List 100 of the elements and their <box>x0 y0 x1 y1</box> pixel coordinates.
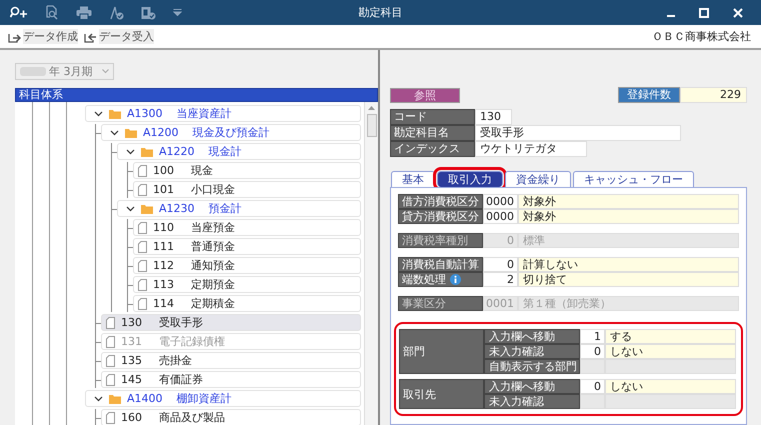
folder-icon <box>109 108 121 118</box>
code-field[interactable]: 1 <box>580 329 605 344</box>
setting-label: 事業区分 <box>398 296 483 311</box>
folder-icon <box>141 146 153 156</box>
value-field: する <box>605 329 736 344</box>
value-field: 計算しない <box>518 257 739 272</box>
sheet-check-icon[interactable] <box>141 6 156 20</box>
setting-label: 入力欄へ移動 <box>484 329 580 344</box>
tree-item[interactable]: 135 売掛金 <box>101 352 361 369</box>
scroll-up-icon[interactable] <box>368 106 375 110</box>
code-field[interactable]: 0000 <box>483 209 518 224</box>
setting-label: 入力欄へ移動 <box>484 379 580 394</box>
tree-item[interactable]: 100 現金 <box>133 162 361 179</box>
value-field: 切り捨て <box>518 272 739 287</box>
document-icon <box>106 336 115 348</box>
code-field: 0 <box>483 233 518 248</box>
caret-down-icon[interactable] <box>173 9 182 16</box>
group-label: 取引先 <box>399 379 484 409</box>
chevron-down-icon <box>102 69 108 74</box>
setting-label: 端数処理 <box>398 272 483 287</box>
chevron-down-icon[interactable] <box>110 128 119 137</box>
maximize-icon[interactable] <box>699 8 709 18</box>
folder-icon <box>109 394 121 404</box>
scroll-thumb[interactable] <box>366 114 376 137</box>
setting-label: 貸方消費税区分 <box>398 209 483 224</box>
code-field <box>580 394 605 409</box>
value-field: しない <box>605 379 736 394</box>
value-field: 第１種（卸売業） <box>518 296 739 311</box>
code-field[interactable]: 0000 <box>483 194 518 209</box>
tree-item[interactable]: 114 定期積金 <box>133 295 361 312</box>
group-label: 部門 <box>399 329 484 374</box>
setting-label: 未入力確認 <box>484 394 580 409</box>
setting-label: 消費税率種別 <box>398 233 483 248</box>
import-icon <box>84 30 97 42</box>
tree-header: 科目体系 <box>15 88 378 102</box>
scrollbar[interactable] <box>364 102 378 425</box>
tree-item[interactable]: A1300 当座資産計 <box>85 105 361 122</box>
folder-icon <box>141 204 153 214</box>
tab[interactable]: 基本 <box>391 171 435 187</box>
code-field[interactable]: 2 <box>483 272 518 287</box>
search-plus-icon[interactable] <box>10 6 28 20</box>
field-label: コード <box>390 109 475 125</box>
field-label: インデックス <box>390 141 475 157</box>
setting-label: 消費税自動計算 <box>398 257 483 272</box>
mode-badge: 参照 <box>390 88 460 102</box>
document-icon <box>138 260 147 272</box>
document-icon <box>138 222 147 234</box>
period-dropdown[interactable]: 年 3月期 <box>15 63 114 80</box>
document-icon <box>138 298 147 310</box>
document-icon <box>106 374 115 386</box>
value-field: 標準 <box>518 233 739 248</box>
value-field: 対象外 <box>518 209 739 224</box>
setting-label: 借方消費税区分 <box>398 194 483 209</box>
tree-item[interactable]: 160 商品及び製品 <box>101 409 361 425</box>
window-title: 勘定科目 <box>358 5 402 20</box>
chevron-down-icon[interactable] <box>126 147 135 156</box>
chevron-down-icon[interactable] <box>94 394 103 403</box>
document-icon <box>138 240 147 252</box>
count-value: 229 <box>680 87 747 103</box>
setting-label: 未入力確認 <box>484 344 580 359</box>
chevron-down-icon[interactable] <box>126 204 135 213</box>
pen-check-icon[interactable] <box>109 6 124 20</box>
tree-item[interactable]: 130 受取手形 <box>101 314 361 331</box>
document-icon <box>106 316 115 328</box>
company-name: ＯＢＣ商事株式会社 <box>652 29 751 44</box>
tree-item[interactable]: A1400 棚卸資産計 <box>85 390 361 407</box>
info-icon[interactable] <box>450 274 461 285</box>
tree-item[interactable]: 145 有価証券 <box>101 371 361 388</box>
tree-item[interactable]: 113 定期預金 <box>133 276 361 293</box>
count-label: 登録件数 <box>618 87 680 103</box>
tab[interactable]: 資金繰り <box>505 171 571 187</box>
printer-icon[interactable] <box>76 6 92 20</box>
folder-icon <box>125 128 137 138</box>
field-value[interactable]: ウケトリテガタ <box>475 141 587 157</box>
tree-item[interactable]: A1200 現金及び預金計 <box>101 124 361 141</box>
value-field: 対象外 <box>518 194 739 209</box>
document-icon <box>106 354 115 366</box>
document-icon <box>138 164 147 176</box>
document-icon <box>138 184 147 196</box>
code-field[interactable]: 0 <box>580 379 605 394</box>
code-field[interactable]: 0 <box>580 344 605 359</box>
tree-item[interactable]: 112 通知預金 <box>133 257 361 274</box>
code-field[interactable]: 0 <box>483 257 518 272</box>
document-search-icon[interactable] <box>45 5 59 20</box>
field-value[interactable]: 受取手形 <box>475 125 681 141</box>
document-icon <box>138 278 147 290</box>
chevron-down-icon[interactable] <box>94 109 103 118</box>
document-icon <box>106 412 115 424</box>
close-icon[interactable] <box>733 8 743 18</box>
field-label: 勘定科目名 <box>390 125 475 141</box>
setting-label: 自動表示する部門 <box>484 359 580 374</box>
tree-item[interactable]: A1230 預金計 <box>117 200 361 217</box>
tree-item[interactable]: 101 小口現金 <box>133 181 361 198</box>
tree-item[interactable]: 111 普通預金 <box>133 238 361 255</box>
code-field <box>580 359 605 374</box>
code-field: 0001 <box>483 296 518 311</box>
field-value[interactable]: 130 <box>475 109 512 125</box>
tab[interactable]: キャッシュ・フロー <box>573 171 694 187</box>
tree-item[interactable]: 110 当座預金 <box>133 219 361 236</box>
tree-item[interactable]: A1220 現金計 <box>117 143 361 160</box>
